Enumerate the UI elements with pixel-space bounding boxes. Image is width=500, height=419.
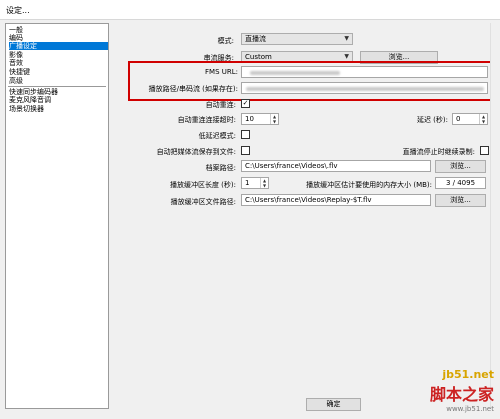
reconnect-timeout-label: 自动重连连接超时: — [177, 116, 236, 124]
scrollbar[interactable] — [490, 23, 498, 409]
sidebar-item-video[interactable]: 影像 — [9, 51, 108, 59]
watermark-site: jb51.net — [442, 368, 494, 381]
watermark-url: www.jb51.net — [446, 405, 494, 413]
spinner-arrows-icon[interactable]: ▲ ▼ — [260, 178, 268, 188]
spinner-arrows-icon[interactable]: ▲ ▼ — [479, 114, 487, 124]
mode-value: 直播流 — [245, 35, 266, 43]
low-latency-label: 低延迟模式: — [198, 132, 236, 140]
low-latency-checkbox[interactable] — [241, 130, 250, 139]
keep-recording-label: 直播流停止时继续录制: — [402, 148, 475, 156]
sidebar-item-noise-gate[interactable]: 麦克风降音调 — [9, 96, 108, 104]
service-value: Custom — [245, 53, 272, 61]
delay-label: 延迟 (秒): — [416, 116, 448, 124]
replay-buffer-spinner[interactable]: 1 ▲ ▼ — [241, 177, 269, 189]
memory-usage-value: 3 / 4095 — [435, 177, 486, 189]
replay-buffer-value: 1 — [245, 179, 250, 187]
spinner-arrows-icon[interactable]: ▲ ▼ — [270, 114, 278, 124]
mode-label: 模式: — [217, 37, 234, 45]
auto-reconnect-checkbox[interactable]: ✓ — [241, 99, 250, 108]
sidebar-divider — [8, 86, 106, 87]
redacted-value — [246, 87, 484, 91]
sidebar-item-advanced[interactable]: 高级 — [9, 77, 108, 85]
redacted-value — [250, 71, 340, 75]
fms-url-label: FMS URL: — [205, 68, 238, 76]
file-path-label: 档案路径: — [205, 164, 236, 172]
save-to-file-checkbox[interactable] — [241, 146, 250, 155]
chevron-down-icon: ▼ — [344, 35, 349, 42]
reconnect-timeout-spinner[interactable]: 10 ▲ ▼ — [241, 113, 279, 125]
mode-dropdown[interactable]: 直播流 ▼ — [241, 33, 353, 45]
sidebar-item-broadcast[interactable]: 广播设定 — [9, 42, 108, 50]
sidebar-item-encoding[interactable]: 编码 — [9, 34, 108, 42]
fms-url-input[interactable] — [241, 66, 488, 78]
title-bar: 设定... — [0, 0, 500, 20]
auto-reconnect-label: 自动重连: — [205, 101, 236, 109]
stream-key-input[interactable] — [241, 82, 488, 94]
replay-file-label: 播放缓冲区文件路径: — [170, 198, 236, 206]
checkmark-icon: ✓ — [242, 99, 249, 107]
window-title: 设定... — [6, 6, 30, 15]
sidebar-item-general[interactable]: 一般 — [9, 26, 108, 34]
file-path-input[interactable]: C:\Users\france\Videos\.flv — [241, 160, 431, 172]
replay-buffer-label: 播放缓冲区长度 (秒): — [169, 181, 236, 189]
memory-usage-label: 播放缓冲区估计要使用的内存大小 (MB): — [306, 181, 432, 189]
ok-button[interactable]: 确定 — [306, 398, 361, 411]
sidebar-item-quicksync[interactable]: 快速同步编码器 — [9, 88, 108, 96]
settings-sidebar: 一般 编码 广播设定 影像 音效 快捷键 高级 快速同步编码器 麦克风降音调 场… — [5, 23, 109, 409]
reconnect-timeout-value: 10 — [245, 115, 254, 123]
stream-path-label: 播放路径/串码流 (如果存在): — [148, 85, 238, 93]
watermark-brand: 脚本之家 — [429, 385, 494, 404]
watermark: jb51.net 脚本之家 www.jb51.net — [430, 368, 494, 413]
sidebar-item-audio[interactable]: 音效 — [9, 59, 108, 67]
keep-recording-checkbox[interactable] — [480, 146, 489, 155]
delay-value: 0 — [456, 115, 461, 123]
sidebar-item-scene-switcher[interactable]: 场景切换器 — [9, 105, 108, 113]
replay-file-browse-button[interactable]: 浏览... — [435, 194, 486, 207]
delay-spinner[interactable]: 0 ▲ ▼ — [452, 113, 488, 125]
sidebar-item-hotkeys[interactable]: 快捷键 — [9, 68, 108, 76]
file-path-browse-button[interactable]: 浏览... — [435, 160, 486, 173]
replay-file-input[interactable]: C:\Users\france\Videos\Replay-$T.flv — [241, 194, 431, 206]
save-to-file-label: 自动把媒体流保存到文件: — [156, 148, 236, 156]
